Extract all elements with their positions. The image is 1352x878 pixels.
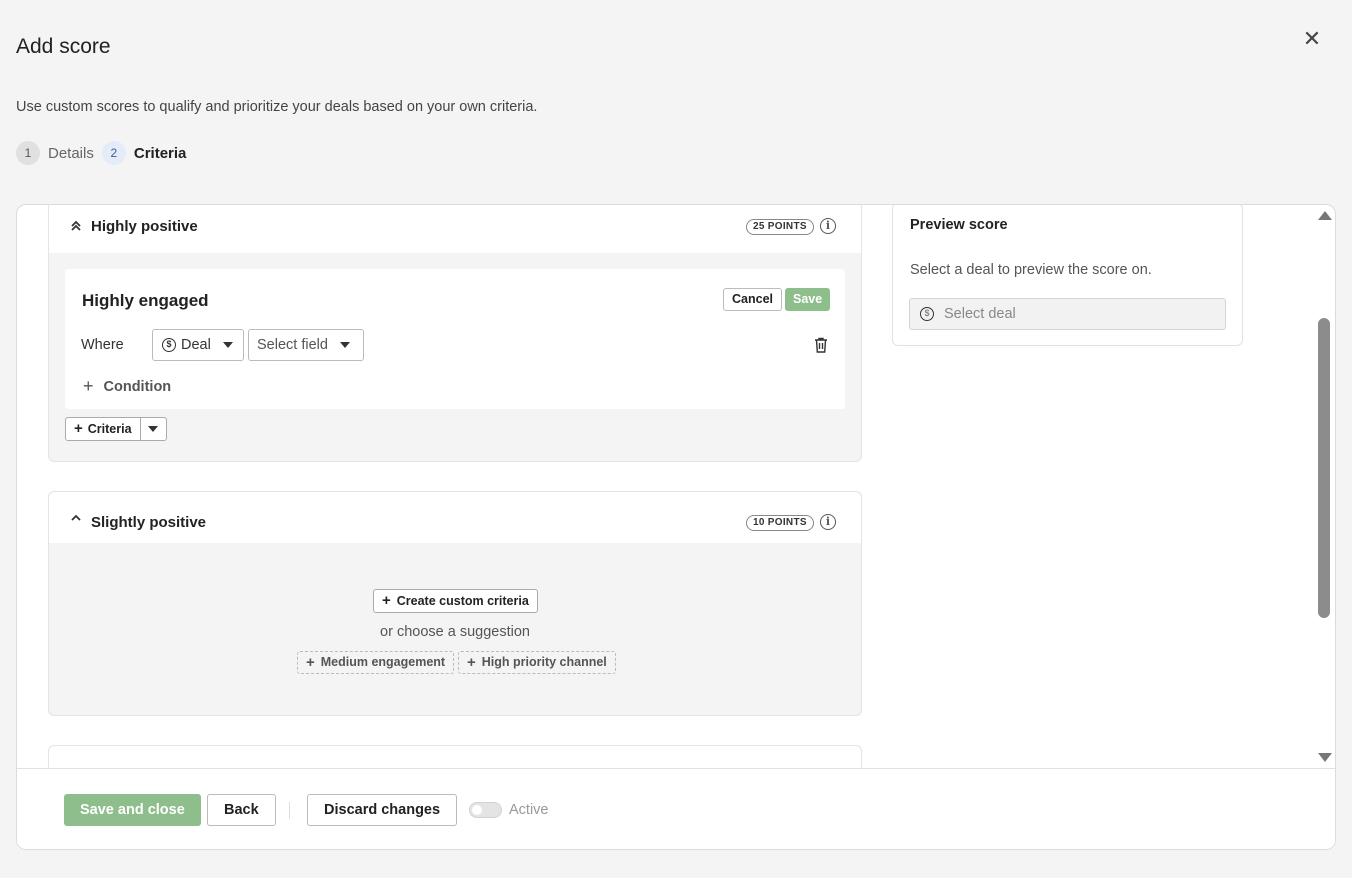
section-header-next[interactable] <box>49 746 861 769</box>
active-toggle[interactable] <box>469 802 502 818</box>
points-badge: 25 POINTS <box>746 219 814 235</box>
suggestion-label: High priority channel <box>481 655 607 669</box>
suggestion-label: Medium engagement <box>320 655 446 669</box>
object-select-value: Deal <box>181 337 211 353</box>
section-title: Slightly positive <box>91 514 207 531</box>
active-label: Active <box>509 802 549 818</box>
select-deal-input[interactable]: $ Select deal <box>909 298 1226 330</box>
plus-icon: + <box>306 654 315 671</box>
save-button[interactable]: Save <box>785 288 831 311</box>
section-slightly-positive: Slightly positive 10 POINTS i + Create c… <box>48 491 862 716</box>
stepper: 1 Details 2 Criteria <box>16 141 194 165</box>
or-choose-suggestion-text: or choose a suggestion <box>380 624 530 640</box>
create-custom-criteria-label: Create custom criteria <box>396 594 529 608</box>
discard-changes-button[interactable]: Discard changes <box>307 794 458 826</box>
plus-icon: + <box>74 420 83 437</box>
plus-icon: + <box>382 592 391 609</box>
section-highly-positive: Highly positive 25 POINTS i Highly engag… <box>48 205 862 462</box>
back-button[interactable]: Back <box>207 794 276 826</box>
vertical-scrollbar[interactable] <box>1314 205 1335 769</box>
footer-divider <box>289 802 290 819</box>
scrollbar-thumb[interactable] <box>1318 318 1330 618</box>
scroll-up-arrow-icon[interactable] <box>1318 211 1332 220</box>
scroll-down-arrow-icon[interactable] <box>1318 753 1332 762</box>
section-title: Highly positive <box>91 218 198 235</box>
add-criteria-dropdown[interactable] <box>141 418 166 440</box>
preview-panel: Preview score Select a deal to preview t… <box>892 205 1243 346</box>
preview-title: Preview score <box>910 217 1008 233</box>
object-select[interactable]: $ Deal <box>152 329 244 361</box>
save-and-close-button[interactable]: Save and close <box>64 794 201 826</box>
criteria-scroll-area[interactable]: Highly positive 25 POINTS i Highly engag… <box>17 205 1335 769</box>
dialog-footer: Save and close Back Discard changes Acti… <box>17 768 1335 849</box>
caret-down-icon <box>339 342 350 348</box>
caret-down-icon <box>222 342 233 348</box>
plus-icon: + <box>467 654 476 671</box>
where-label: Where <box>81 337 124 353</box>
step-2-label[interactable]: Criteria <box>134 145 187 162</box>
create-custom-criteria-button[interactable]: + Create custom criteria <box>373 589 538 613</box>
points-badge: 10 POINTS <box>746 515 814 531</box>
add-criteria-split-button: + Criteria <box>65 417 167 441</box>
caret-down-icon <box>148 426 159 432</box>
section-next <box>48 745 862 769</box>
criteria-editor: Highly engaged Cancel Save Where $ Deal … <box>65 269 845 409</box>
criteria-name[interactable]: Highly engaged <box>82 291 209 311</box>
suggestion-high-priority-channel[interactable]: + High priority channel <box>458 651 616 674</box>
add-criteria-button[interactable]: + Criteria <box>66 418 141 440</box>
select-deal-placeholder: Select deal <box>944 306 1016 322</box>
add-criteria-label: Criteria <box>87 422 132 436</box>
info-icon[interactable]: i <box>820 218 836 234</box>
section-header-slightly-positive[interactable]: Slightly positive 10 POINTS i <box>49 492 861 543</box>
dialog-subtitle: Use custom scores to qualify and priorit… <box>16 99 538 115</box>
step-1-label[interactable]: Details <box>48 145 94 162</box>
close-icon[interactable]: ✕ <box>1301 28 1323 50</box>
dialog-title: Add score <box>16 35 111 58</box>
preview-subtitle: Select a deal to preview the score on. <box>910 262 1152 278</box>
step-1-number[interactable]: 1 <box>16 141 40 165</box>
add-condition-label: Condition <box>103 378 172 395</box>
dollar-icon: $ <box>162 338 176 352</box>
criteria-card: Highly positive 25 POINTS i Highly engag… <box>16 204 1336 850</box>
step-2-number[interactable]: 2 <box>101 141 126 165</box>
trash-icon[interactable] <box>814 337 828 353</box>
info-icon[interactable]: i <box>820 514 836 530</box>
cancel-button[interactable]: Cancel <box>723 288 782 311</box>
toggle-knob <box>472 805 482 815</box>
chevron-up-icon[interactable] <box>69 511 83 525</box>
dollar-icon: $ <box>920 307 934 321</box>
plus-icon: + <box>83 376 94 396</box>
field-select-placeholder: Select field <box>257 337 328 353</box>
suggestion-medium-engagement[interactable]: + Medium engagement <box>297 651 455 674</box>
add-condition-button[interactable]: + Condition <box>83 376 171 397</box>
field-select[interactable]: Select field <box>248 329 364 361</box>
double-chevron-up-icon[interactable] <box>69 219 83 233</box>
section-header-highly-positive[interactable]: Highly positive 25 POINTS i <box>49 205 861 253</box>
